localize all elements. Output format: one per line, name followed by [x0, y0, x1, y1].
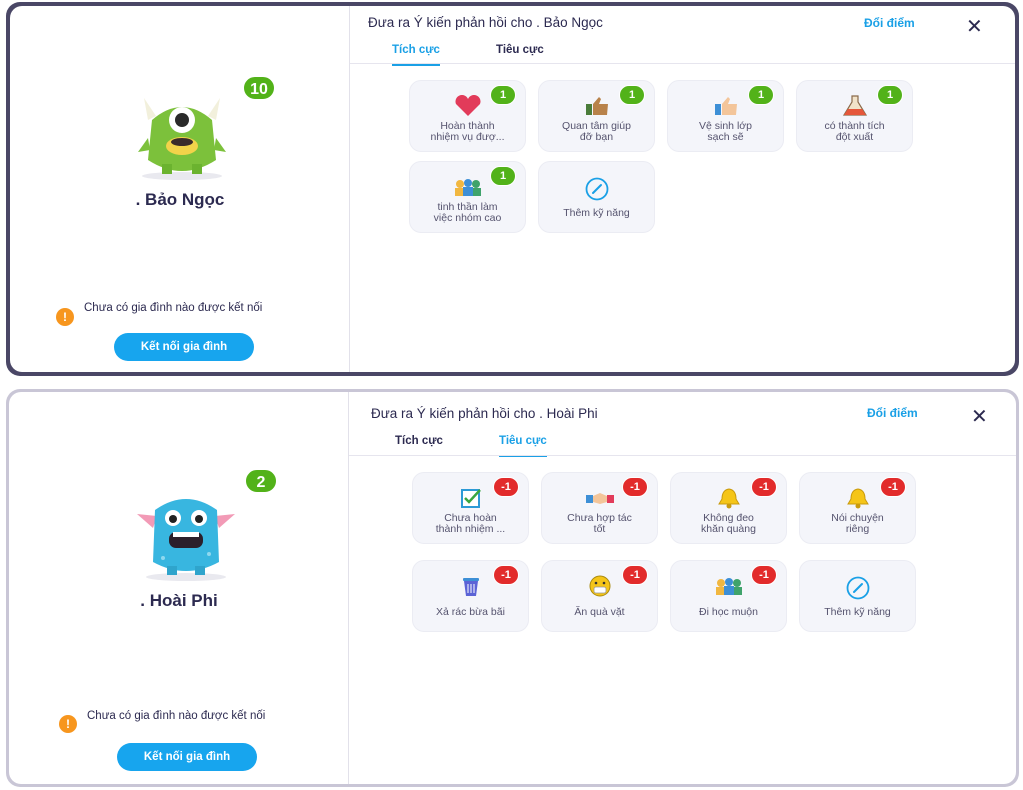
student-profile-pane: 2 . Hoài Phi ! Chưa có gia đình nào được…: [9, 392, 349, 784]
skill-card-thanh-tich[interactable]: có thành tích đột xuất 1: [796, 80, 913, 152]
student-profile-pane: 10 . Bảo Ngọc ! Chưa có gia đình nào đượ…: [10, 6, 350, 372]
skill-card-ve-sinh[interactable]: Vệ sinh lớp sạch sẽ 1: [667, 80, 784, 152]
skill-card-di-hoc-muon[interactable]: Đi học muộn -1: [670, 560, 787, 632]
skill-score-badge: -1: [622, 477, 648, 497]
dialog-title: Đưa ra Ý kiến phản hồi cho . Bảo Ngọc: [368, 15, 603, 30]
skill-score-badge: -1: [493, 477, 519, 497]
family-warning-text: Chưa có gia đình nào được kết nối: [84, 302, 263, 314]
warning-icon: !: [59, 715, 77, 733]
skill-label: Xả rác bừa bãi: [436, 606, 505, 618]
warning-icon: !: [56, 308, 74, 326]
skill-score-badge: 1: [877, 85, 903, 105]
tab-negative[interactable]: Tiêu cực: [496, 44, 544, 64]
add-skill-icon: [539, 177, 654, 201]
skill-label: Hoàn thành nhiệm vụ đượ...: [430, 120, 505, 143]
add-skill-icon: [800, 576, 915, 600]
skill-label: Thêm kỹ năng: [824, 606, 891, 618]
tab-positive[interactable]: Tích cực: [395, 435, 443, 455]
connect-family-button[interactable]: Kết nối gia đình: [114, 333, 254, 361]
monster-avatar-green: [138, 98, 226, 180]
skill-label: Nói chuyện riêng: [831, 512, 884, 535]
feedback-dialog-negative: 2 . Hoài Phi ! Chưa có gia đình nào được…: [6, 389, 1019, 787]
skill-card-noi-chuyen[interactable]: Nói chuyện riêng -1: [799, 472, 916, 544]
dialog-card: 2 . Hoài Phi ! Chưa có gia đình nào được…: [9, 392, 1016, 784]
skill-label: Đi học muộn: [699, 606, 758, 618]
skill-label: Không đeo khăn quàng: [701, 512, 756, 535]
skill-label: Chưa hoàn thành nhiệm ...: [435, 512, 506, 535]
skill-score-badge: 1: [748, 85, 774, 105]
skill-label: Quan tâm giúp đỡ bạn: [562, 120, 631, 143]
swap-points-link[interactable]: Đổi điểm: [867, 406, 918, 420]
close-icon[interactable]: ✕: [971, 404, 988, 429]
family-warning-text: Chưa có gia đình nào được kết nối: [87, 710, 266, 722]
dialog-card: 10 . Bảo Ngọc ! Chưa có gia đình nào đượ…: [10, 6, 1015, 372]
feedback-pane: Đưa ra Ý kiến phản hồi cho . Bảo Ngọc Đổ…: [350, 6, 1015, 372]
student-name: . Hoài Phi: [140, 591, 218, 610]
skill-card-khong-deo-khan[interactable]: Không đeo khăn quàng -1: [670, 472, 787, 544]
skill-card-lam-viec-nhom[interactable]: tinh thần làm việc nhóm cao 1: [409, 161, 526, 233]
student-name: . Bảo Ngọc: [135, 190, 225, 209]
add-skill-button[interactable]: Thêm kỹ năng: [799, 560, 916, 632]
skill-label: Ăn quà vặt: [574, 606, 625, 618]
skill-label: Thêm kỹ năng: [563, 207, 630, 219]
skill-score-badge: -1: [622, 565, 648, 585]
skill-label: có thành tích đột xuất: [824, 120, 885, 143]
tab-divider: [349, 455, 1016, 456]
skill-score-badge: 1: [490, 166, 516, 186]
skill-card-chua-hoan-thanh[interactable]: Chưa hoàn thành nhiệm ... -1: [412, 472, 529, 544]
add-skill-button[interactable]: Thêm kỹ năng: [538, 161, 655, 233]
skill-score-badge: 1: [490, 85, 516, 105]
tab-divider: [350, 63, 1015, 64]
skill-card-quan-tam[interactable]: Quan tâm giúp đỡ bạn 1: [538, 80, 655, 152]
skill-score-badge: -1: [751, 565, 777, 585]
skill-label: Vệ sinh lớp sạch sẽ: [699, 120, 752, 143]
close-icon[interactable]: ✕: [966, 14, 983, 39]
skill-score-badge: -1: [751, 477, 777, 497]
skill-score-badge: -1: [493, 565, 519, 585]
feedback-pane: Đưa ra Ý kiến phản hồi cho . Hoài Phi Đổ…: [349, 392, 1016, 784]
tab-negative[interactable]: Tiêu cực: [499, 435, 547, 457]
skill-score-badge: 1: [619, 85, 645, 105]
skill-card-an-qua-vat[interactable]: Ăn quà vặt -1: [541, 560, 658, 632]
student-points-badge: 2: [244, 468, 278, 494]
connect-family-button[interactable]: Kết nối gia đình: [117, 743, 257, 771]
swap-points-link[interactable]: Đổi điểm: [864, 16, 915, 30]
monster-avatar-blue: [137, 499, 235, 581]
skill-label: tinh thần làm việc nhóm cao: [433, 201, 502, 224]
skill-card-xa-rac[interactable]: Xả rác bừa bãi -1: [412, 560, 529, 632]
feedback-dialog-positive: 10 . Bảo Ngọc ! Chưa có gia đình nào đượ…: [6, 2, 1019, 376]
skill-card-chua-hop-tac[interactable]: Chưa hợp tác tốt -1: [541, 472, 658, 544]
skill-score-badge: -1: [880, 477, 906, 497]
dialog-title: Đưa ra Ý kiến phản hồi cho . Hoài Phi: [371, 406, 598, 421]
student-points-badge: 10: [242, 75, 276, 101]
skill-card-hoan-thanh[interactable]: Hoàn thành nhiệm vụ đượ... 1: [409, 80, 526, 152]
skill-label: Chưa hợp tác tốt: [567, 512, 632, 535]
